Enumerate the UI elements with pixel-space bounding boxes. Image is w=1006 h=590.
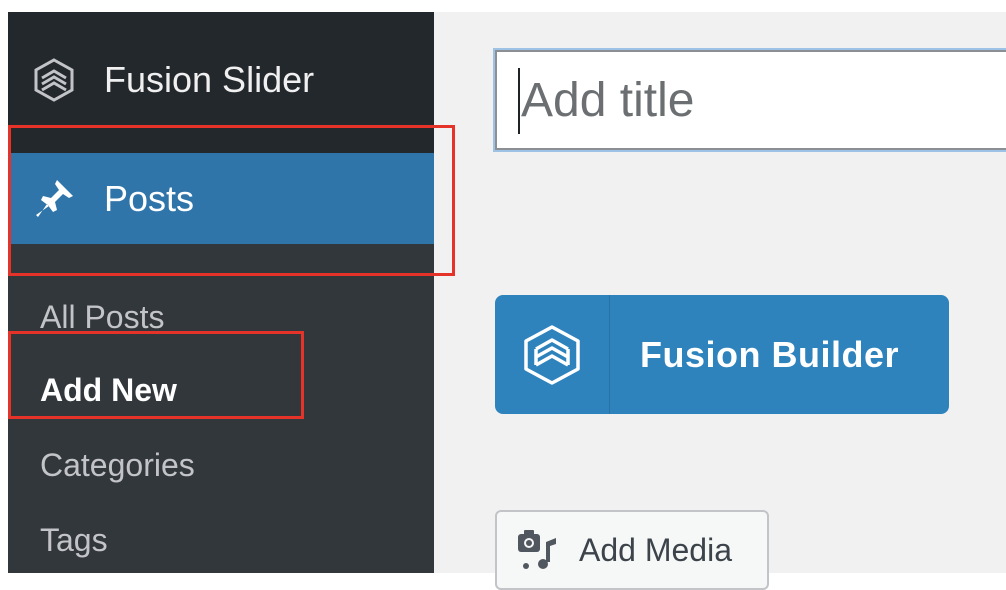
sidebar-item-label: Posts — [104, 177, 195, 219]
admin-sidebar: Fusion Slider Posts All Posts Add New Ca… — [8, 12, 434, 573]
media-icon — [515, 527, 561, 573]
submenu-item-tags[interactable]: Tags — [40, 522, 108, 559]
sidebar-item-label: Fusion Slider — [104, 59, 315, 100]
add-media-button[interactable]: Add Media — [495, 510, 769, 590]
sidebar-item-posts[interactable]: Posts — [8, 153, 434, 244]
fusion-builder-icon — [495, 295, 610, 414]
add-media-label: Add Media — [579, 531, 732, 568]
submenu-item-add-new[interactable]: Add New — [40, 372, 177, 409]
submenu-item-all-posts[interactable]: All Posts — [40, 299, 164, 336]
pushpin-icon — [28, 173, 80, 225]
text-caret — [518, 68, 520, 134]
fusion-builder-button[interactable]: Fusion Builder — [495, 295, 949, 414]
post-title-input[interactable] — [495, 50, 1006, 150]
posts-submenu: All Posts Add New Categories Tags — [8, 244, 434, 573]
submenu-item-categories[interactable]: Categories — [40, 447, 195, 484]
fusion-slider-icon — [28, 54, 80, 106]
fusion-builder-label: Fusion Builder — [640, 333, 899, 375]
sidebar-item-fusion-slider[interactable]: Fusion Slider — [8, 48, 434, 112]
editor-area: Fusion Builder Add Media — [434, 12, 1006, 590]
